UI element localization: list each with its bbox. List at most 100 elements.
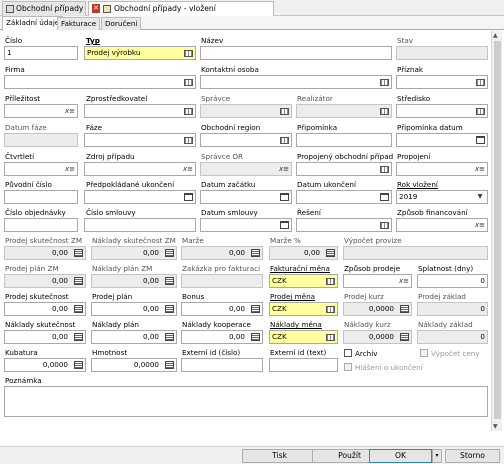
close-tab-icon[interactable]: ✕ [92, 4, 100, 13]
datum-smlouvy-field[interactable] [200, 218, 292, 232]
prodej-mena-field[interactable]: CZK [269, 302, 338, 316]
lookup-grid-icon[interactable] [324, 332, 336, 342]
rok-vlozeni-select[interactable]: 2019 ▼ [396, 190, 488, 204]
lookup-grid-icon[interactable] [474, 77, 486, 87]
zprostredkovatel-label: Zprostředkovatel [86, 94, 148, 103]
cislo-smlouvy-field[interactable] [84, 218, 196, 232]
clear-lookup-icon[interactable]: x≡ [474, 164, 486, 174]
zdroj-pripadu-field[interactable]: x≡ [84, 162, 196, 176]
calculator-icon[interactable] [72, 304, 84, 314]
cislo-smlouvy-label: Číslo smlouvy [86, 208, 136, 217]
calculator-icon[interactable] [249, 304, 261, 314]
propojeny-pripad-label: Propojený obchodní případ [297, 152, 394, 161]
window-tab-obchodni-pripady[interactable]: Obchodní případy [2, 1, 86, 16]
lookup-grid-icon[interactable] [378, 220, 390, 230]
tab-zakladni-udaje[interactable]: Základní údaje [2, 16, 64, 31]
externi-id-cislo-field[interactable] [181, 358, 263, 372]
propojeny-pripad-field[interactable] [296, 162, 392, 176]
lookup-grid-icon[interactable] [182, 77, 194, 87]
poznamka-textarea[interactable] [4, 386, 488, 417]
datum-zacatku-field[interactable] [200, 190, 292, 204]
lookup-grid-icon[interactable] [182, 106, 194, 116]
faze-label: Fáze [86, 123, 103, 132]
naklady-mena-field[interactable]: CZK [269, 330, 338, 344]
clear-lookup-icon[interactable]: x≡ [64, 106, 76, 116]
reseni-field[interactable] [296, 218, 392, 232]
archiv-checkbox[interactable] [344, 349, 352, 357]
cislo-objednavky-field[interactable] [4, 218, 78, 232]
scroll-up-icon[interactable]: ▲ [493, 32, 498, 39]
tab-doruceni[interactable]: Doručení [101, 17, 142, 30]
lookup-grid-icon[interactable] [474, 106, 486, 116]
splatnost-field[interactable]: 0 [417, 274, 488, 288]
lookup-grid-icon[interactable] [182, 135, 194, 145]
ok-dropdown-button[interactable]: ▾ [432, 449, 442, 463]
lookup-grid-icon[interactable] [378, 77, 390, 87]
zpusob-prodeje-field[interactable]: x≡ [343, 274, 412, 288]
kontaktni-osoba-field[interactable] [200, 75, 392, 89]
lookup-grid-icon[interactable] [324, 304, 336, 314]
calculator-icon[interactable] [249, 332, 261, 342]
spravce-or-field: x≡ [200, 162, 292, 176]
cislo-field[interactable]: 1 [4, 46, 78, 60]
ctvrtleti-field[interactable]: x≡ [4, 162, 78, 176]
tab-fakturace[interactable]: Fakturace [57, 17, 101, 30]
lookup-grid-icon[interactable] [324, 276, 336, 286]
stredisko-field[interactable] [396, 104, 488, 118]
calculator-icon[interactable] [163, 304, 175, 314]
prodej-plan-field[interactable]: 0,00 [91, 302, 177, 316]
pripominka-datum-field[interactable] [396, 133, 488, 147]
calculator-icon[interactable] [163, 360, 175, 370]
firma-field[interactable] [4, 75, 196, 89]
calendar-icon[interactable] [474, 135, 486, 145]
calendar-icon[interactable] [278, 192, 290, 202]
externi-id-text-field[interactable] [269, 358, 338, 372]
zpusob-financovani-field[interactable]: x≡ [396, 218, 488, 232]
calculator-icon[interactable] [163, 332, 175, 342]
zprostredkovatel-field[interactable] [84, 104, 196, 118]
window-tab-vlozeni[interactable]: ✕ Obchodní případy - vložení [88, 1, 274, 16]
datum-ukonceni-field[interactable] [296, 190, 392, 204]
tisk-button[interactable]: Tisk [242, 449, 317, 463]
scrollbar-thumb[interactable] [494, 41, 501, 419]
ok-button[interactable]: OK [369, 449, 432, 463]
faze-field[interactable] [84, 133, 196, 147]
dialog-button-bar: Tisk Použít OK ▾ Storno [0, 446, 504, 464]
lookup-grid-icon[interactable] [378, 164, 390, 174]
puvodni-cislo-field[interactable] [4, 190, 78, 204]
calculator-icon [163, 248, 175, 258]
clear-lookup-icon[interactable]: x≡ [398, 276, 410, 286]
naklady-skutecnost-field[interactable]: 0,00 [4, 330, 86, 344]
calendar-icon[interactable] [278, 220, 290, 230]
obchodni-region-field[interactable] [200, 133, 292, 147]
scroll-down-icon[interactable]: ▼ [493, 423, 498, 430]
naklady-kooperace-field[interactable]: 0,00 [181, 330, 263, 344]
nazev-field[interactable] [200, 46, 392, 60]
naklady-plan-field[interactable]: 0,00 [91, 330, 177, 344]
calendar-icon[interactable] [182, 192, 194, 202]
typ-field[interactable]: Prodej výrobku [84, 46, 196, 60]
bonus-field[interactable]: 0,00 [181, 302, 263, 316]
clear-lookup-icon[interactable]: x≡ [182, 164, 194, 174]
calendar-icon[interactable] [378, 192, 390, 202]
chevron-down-icon[interactable]: ▼ [474, 192, 486, 202]
fakturacni-mena-field[interactable]: CZK [269, 274, 338, 288]
predpokladane-ukonceni-field[interactable] [84, 190, 196, 204]
hmotnost-field[interactable]: 0,0000 [91, 358, 177, 372]
pripominka-field[interactable] [296, 133, 392, 147]
calculator-icon[interactable] [72, 360, 84, 370]
lookup-grid-icon[interactable] [278, 135, 290, 145]
prodej-kurz-field: 0,0000 [343, 302, 412, 316]
propojeni-field[interactable]: x≡ [396, 162, 488, 176]
clear-lookup-icon[interactable]: x≡ [64, 164, 76, 174]
calculator-icon[interactable] [72, 332, 84, 342]
storno-button[interactable]: Storno [445, 449, 500, 463]
form-tabs: Základní údaje Fakturace Doručení [0, 16, 504, 31]
prilezitost-field[interactable]: x≡ [4, 104, 78, 118]
kubatura-field[interactable]: 0,0000 [4, 358, 86, 372]
vertical-scrollbar[interactable]: ▲ ▼ [491, 31, 502, 431]
clear-lookup-icon[interactable]: x≡ [474, 220, 486, 230]
lookup-grid-icon[interactable] [182, 48, 194, 58]
priznak-field[interactable] [396, 75, 488, 89]
prodej-skutecnost-field[interactable]: 0,00 [4, 302, 86, 316]
